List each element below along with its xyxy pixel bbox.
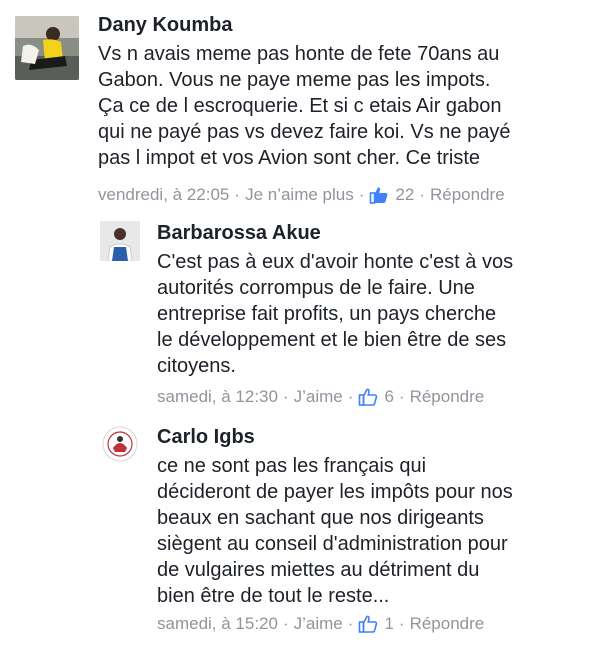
like-toggle[interactable]: Je n’aime plus	[245, 183, 354, 207]
separator: ·	[234, 185, 241, 204]
thumbs-up-icon[interactable]	[369, 185, 389, 205]
comment-timestamp[interactable]: samedi, à 12:30	[157, 385, 278, 409]
avatar[interactable]	[15, 16, 79, 80]
comment-timestamp[interactable]: vendredi, à 22:05	[98, 183, 229, 207]
separator: ·	[419, 185, 425, 204]
like-toggle[interactable]: J’aime	[294, 385, 343, 409]
like-toggle[interactable]: J’aime	[294, 612, 343, 636]
separator: ·	[347, 614, 354, 633]
separator: ·	[282, 614, 289, 633]
comment-author[interactable]: Barbarossa Akue	[157, 221, 321, 245]
avatar[interactable]	[100, 424, 140, 464]
comment-author[interactable]: Dany Koumba	[98, 13, 232, 37]
like-count[interactable]: 22	[395, 183, 414, 207]
reply-link[interactable]: Répondre	[430, 183, 505, 207]
comment-timestamp[interactable]: samedi, à 15:20	[157, 612, 278, 636]
comment-actions: samedi, à 12:30 · J’aime · 6 · Répondre	[157, 385, 484, 409]
separator: ·	[358, 185, 365, 204]
separator: ·	[398, 614, 405, 633]
comment-text: Vs n avais meme pas honte de fete 70ans …	[98, 43, 511, 169]
reply-link[interactable]: Répondre	[410, 612, 485, 636]
comment-text: C'est pas à eux d'avoir honte c'est à vo…	[157, 251, 514, 377]
comment-author[interactable]: Carlo Igbs	[157, 425, 255, 449]
avatar[interactable]	[100, 221, 140, 261]
reply-link[interactable]: Répondre	[410, 385, 485, 409]
separator: ·	[282, 387, 289, 406]
like-count[interactable]: 1	[384, 612, 393, 636]
like-count[interactable]: 6	[384, 385, 393, 409]
thumbs-up-icon[interactable]	[358, 387, 378, 407]
comment-actions: vendredi, à 22:05 · Je n’aime plus · 22 …	[98, 183, 505, 207]
separator: ·	[398, 387, 405, 406]
comment-text: ce ne sont pas les français qui décidero…	[157, 455, 513, 607]
separator: ·	[347, 387, 354, 406]
comment-actions: samedi, à 15:20 · J’aime · 1 · Répondre	[157, 612, 484, 636]
thumbs-up-icon[interactable]	[358, 614, 378, 634]
